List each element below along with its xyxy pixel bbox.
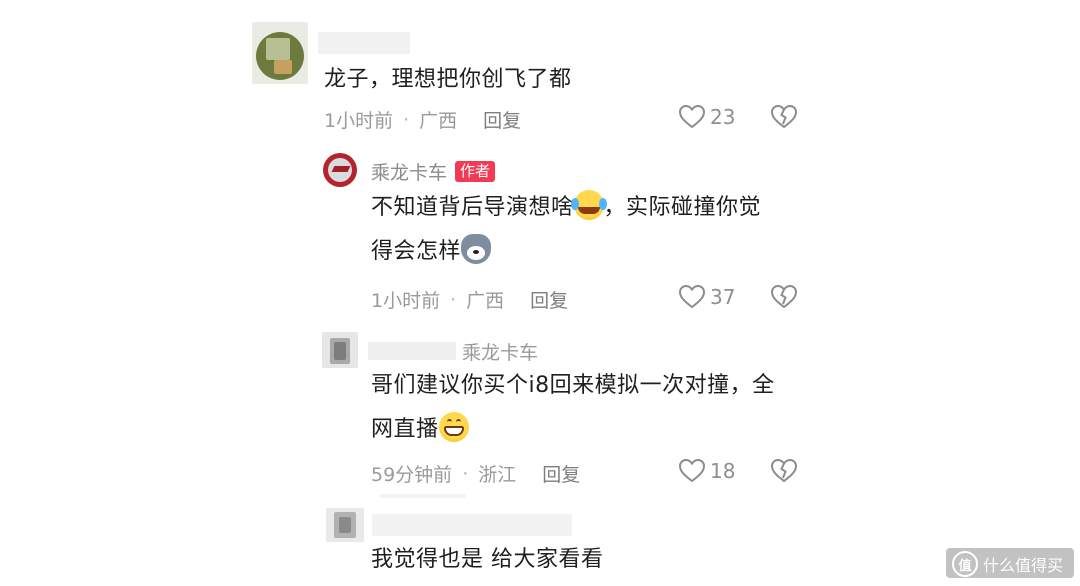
divider-blurred [380, 494, 466, 498]
laughing-crying-emoji-icon [570, 190, 607, 220]
like-button[interactable]: 23 [678, 104, 735, 130]
username-blurred [368, 342, 456, 360]
reply-header: 乘龙卡车 作者 [371, 158, 496, 185]
reply-time: 59分钟前 [371, 464, 453, 486]
like-button[interactable]: 18 [678, 458, 735, 484]
like-count: 18 [710, 459, 736, 483]
like-button[interactable]: 37 [678, 284, 735, 310]
broken-heart-icon [770, 284, 798, 309]
broken-heart-icon [770, 458, 798, 483]
heart-icon [678, 458, 706, 483]
reply-text-part: ，实际碰撞你觉 [603, 195, 762, 220]
author-badge: 作者 [455, 161, 496, 182]
reply-meta: 1小时前 · 广西 回复 [371, 286, 568, 313]
reply-text-part: 哥们建议你买个i8回来模拟一次对撞，全 [371, 373, 775, 398]
avatar[interactable] [252, 22, 308, 84]
comment-text: 龙子，理想把你创飞了都 [324, 67, 572, 92]
reply-button[interactable]: 回复 [542, 460, 580, 487]
right-margin [936, 0, 1080, 586]
comment-location: 广西 [419, 110, 458, 132]
username-blurred [372, 514, 572, 536]
left-margin [0, 0, 236, 586]
comment-meta: 1小时前 · 广西 回复 [324, 106, 521, 133]
like-count: 37 [710, 285, 736, 309]
reply-button[interactable]: 回复 [483, 106, 521, 133]
grinning-emoji-icon [438, 412, 469, 442]
heart-icon [678, 284, 706, 309]
username-blurred [318, 32, 410, 54]
author-name[interactable]: 乘龙卡车 [371, 158, 447, 185]
watermark: 值 什么值得买 [952, 551, 1063, 577]
husky-emoji-icon [461, 234, 492, 264]
reply-text: 我觉得也是 给大家看看 [371, 547, 604, 572]
like-count: 23 [710, 105, 736, 129]
reply-text-part: 网直播 [371, 417, 439, 442]
watermark-text: 什么值得买 [983, 556, 1064, 575]
reply-button[interactable]: 回复 [530, 286, 568, 313]
reply-to-name[interactable]: 乘龙卡车 [462, 338, 538, 365]
watermark-logo-icon: 值 [952, 551, 978, 577]
dislike-button[interactable] [770, 284, 798, 314]
avatar[interactable] [326, 508, 364, 542]
reply-location: 广西 [466, 290, 505, 312]
heart-icon [678, 104, 706, 129]
dislike-button[interactable] [770, 104, 798, 134]
reply-location: 浙江 [478, 464, 517, 486]
reply-text-part: 得会怎样 [371, 239, 462, 264]
reply-text: 哥们建议你买个i8回来模拟一次对撞，全 网直播 [371, 364, 811, 452]
dislike-button[interactable] [770, 458, 798, 488]
reply-time: 1小时前 [371, 290, 441, 312]
author-avatar[interactable] [323, 153, 357, 187]
reply-text-part: 不知道背后导演想啥 [371, 195, 574, 220]
reply-meta: 59分钟前 · 浙江 回复 [371, 460, 580, 487]
reply-text: 不知道背后导演想啥 ，实际碰撞你觉 得会怎样 [371, 186, 811, 274]
avatar[interactable] [322, 332, 358, 368]
broken-heart-icon [770, 104, 798, 129]
comment-time: 1小时前 [324, 110, 394, 132]
